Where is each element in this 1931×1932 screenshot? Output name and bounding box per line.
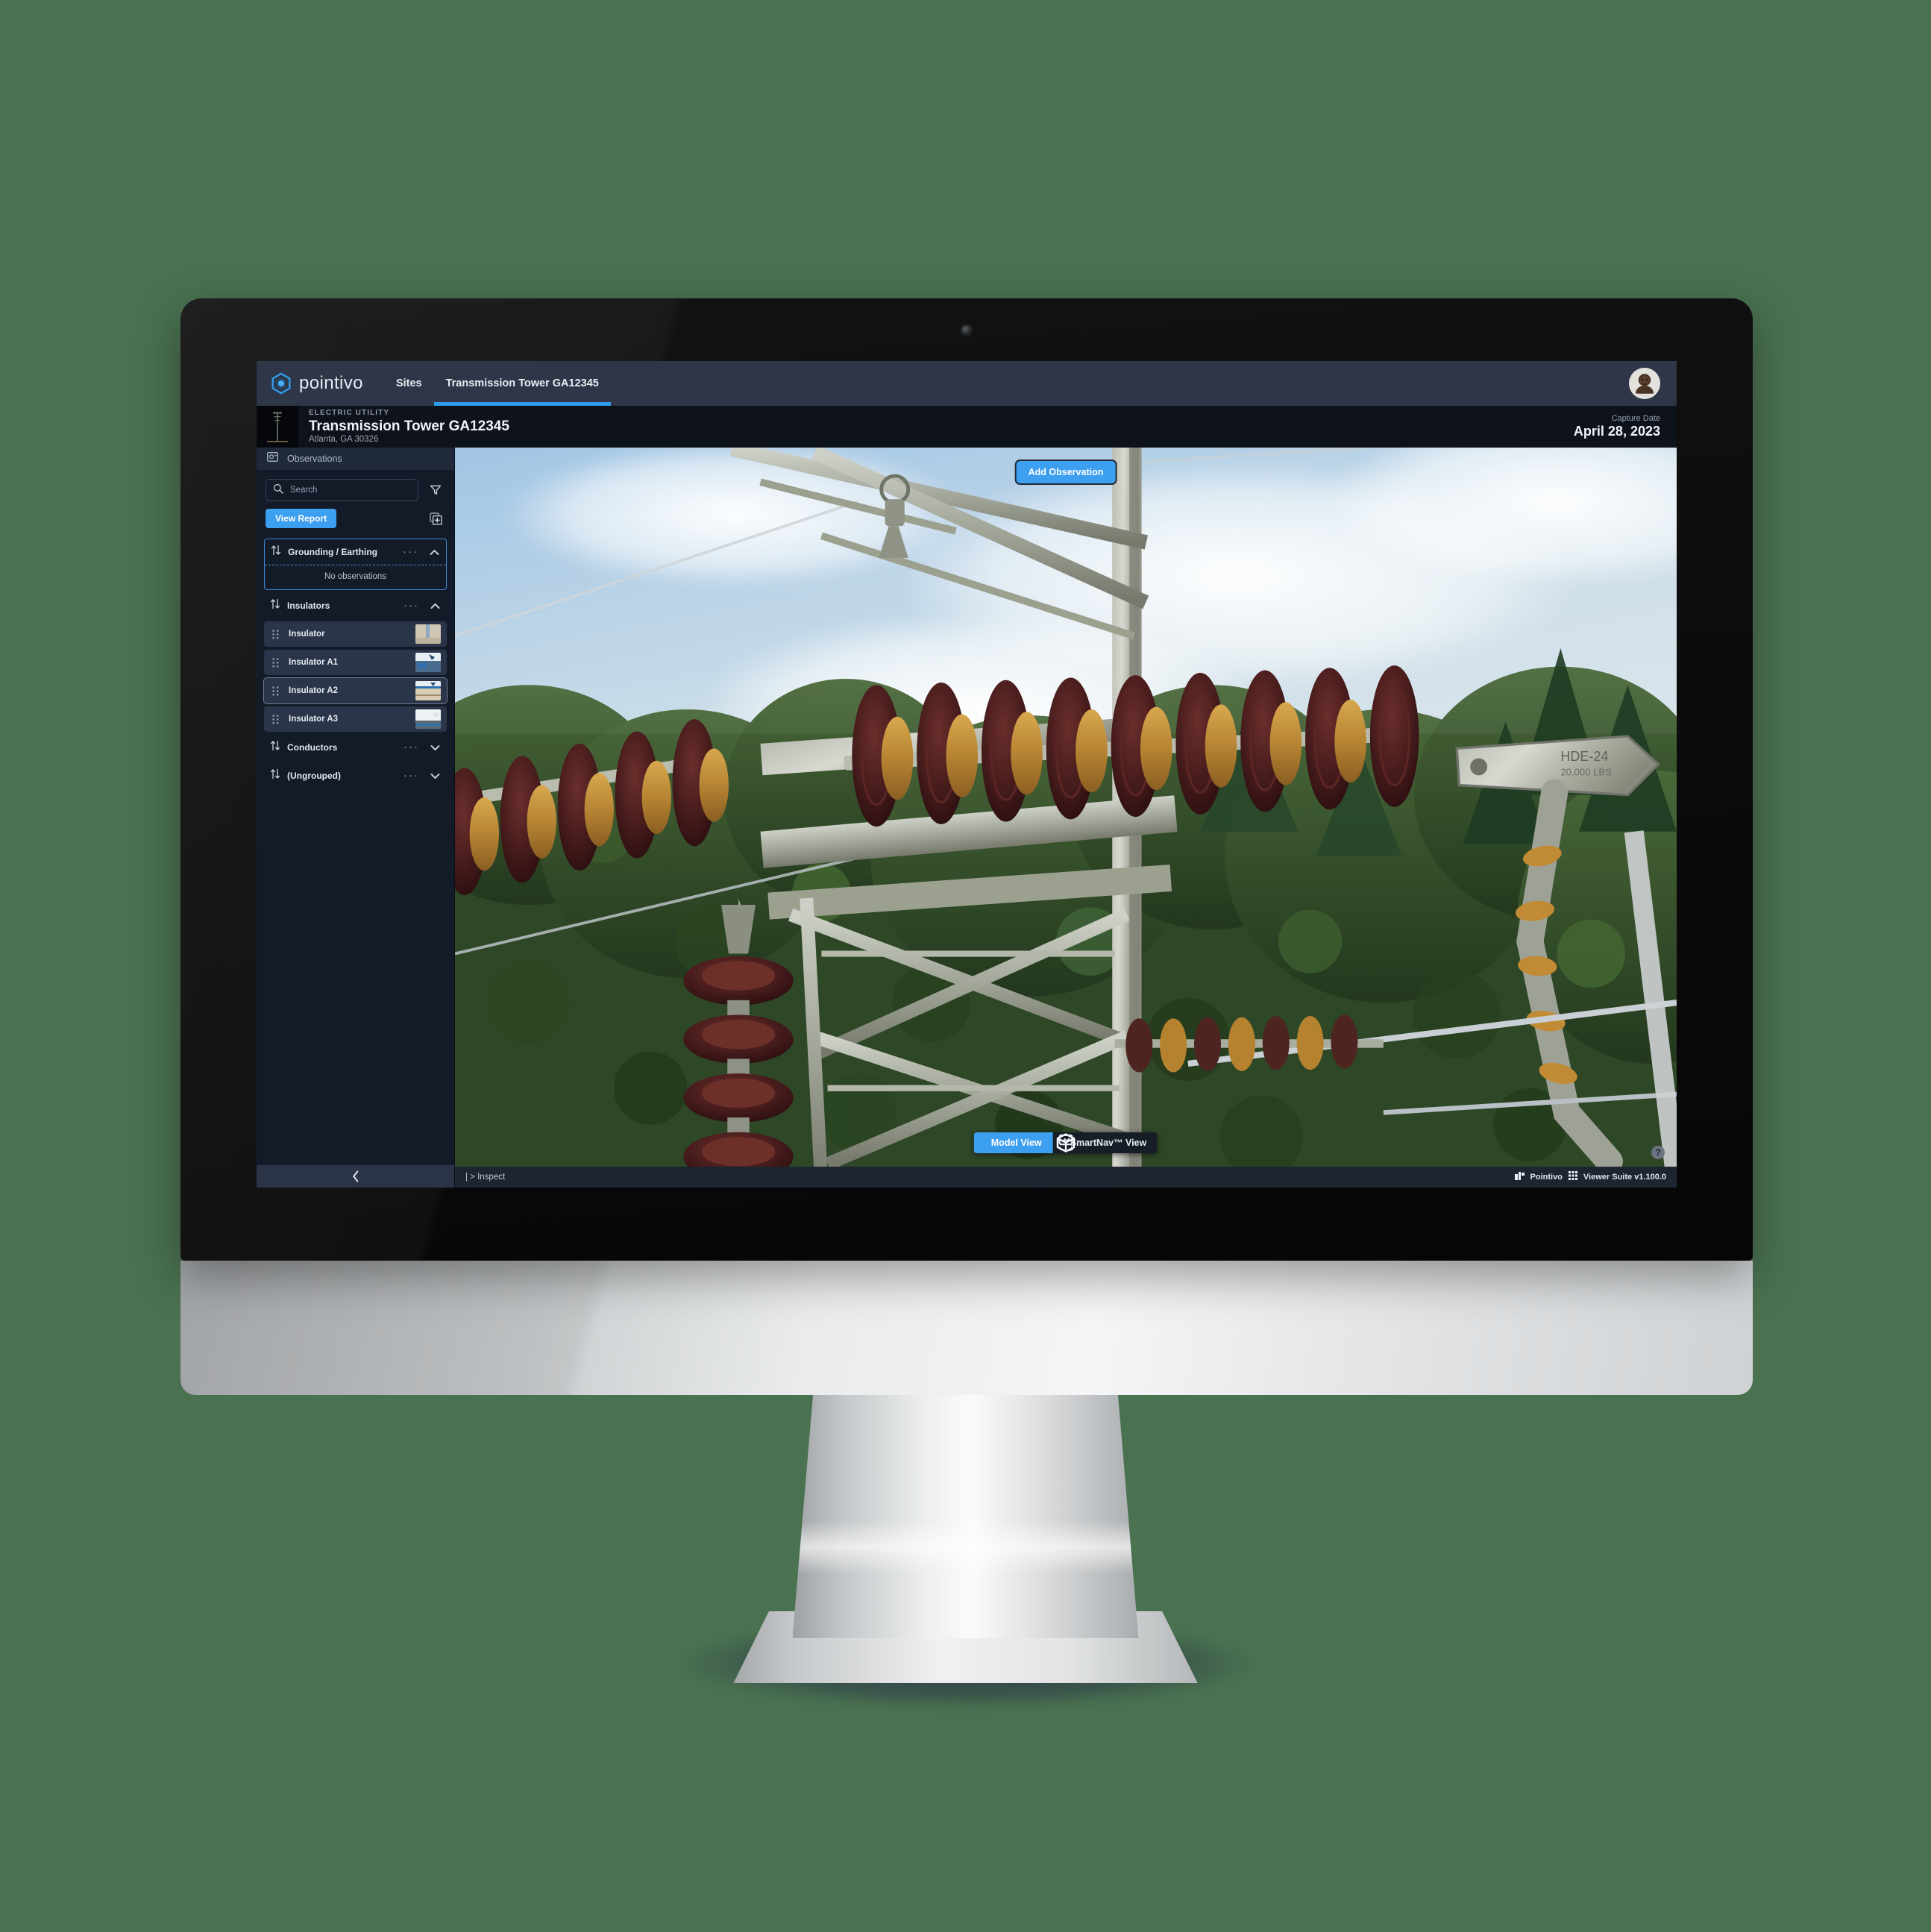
search-input[interactable] xyxy=(290,486,411,495)
status-right: Pointivo Viewer Suite v1.100.0 xyxy=(1514,1170,1666,1184)
observation-group: Conductors ··· xyxy=(264,735,447,760)
status-product: Viewer Suite v1.100.0 xyxy=(1583,1173,1666,1182)
page-title: Transmission Tower GA12345 xyxy=(309,418,509,434)
observation-label: Insulator A2 xyxy=(289,686,339,695)
group-menu-button[interactable]: ··· xyxy=(403,546,421,557)
filter-funnel-icon[interactable] xyxy=(426,480,445,500)
drag-handle-icon[interactable] xyxy=(270,629,280,639)
sidebar-collapse-button[interactable] xyxy=(257,1165,454,1188)
sidebar-actions: View Report xyxy=(266,509,445,528)
sidebar-header: Observations xyxy=(257,448,454,470)
observation-label: Insulator A3 xyxy=(289,715,339,724)
group-label: Insulators xyxy=(287,600,330,611)
site-location: Atlanta, GA 30326 xyxy=(309,434,379,444)
brand-name: pointivo xyxy=(299,373,363,393)
add-observation-button[interactable]: Add Observation xyxy=(1016,461,1116,483)
chevron-left-icon xyxy=(352,1170,358,1182)
observation-thumbnail xyxy=(415,709,441,729)
nav-tab-sites[interactable]: Sites xyxy=(384,361,434,406)
inspection-photo[interactable]: HDE-24 20,000 LBS Add Observation Model … xyxy=(455,448,1677,1167)
list-item[interactable]: Insulator A1 xyxy=(264,650,447,675)
chevron-down-icon[interactable] xyxy=(429,773,441,780)
status-bar: | > Inspect Pointivo Viewer Suite v1.100… xyxy=(455,1167,1677,1188)
observation-group: (Ungrouped) ··· xyxy=(264,763,447,788)
monitor-chin xyxy=(180,1261,1753,1395)
pointivo-logo-icon xyxy=(270,372,292,395)
tower-thumbnail xyxy=(257,406,298,448)
search-box[interactable] xyxy=(266,479,418,501)
observation-group: Insulators ··· Insulator Insulator A1 Insula… xyxy=(263,593,448,732)
status-brand: Pointivo xyxy=(1530,1173,1563,1182)
observations-sidebar: Observations Search View Report Groundin… xyxy=(257,448,455,1188)
monitor-neck xyxy=(792,1392,1139,1638)
group-menu-button[interactable]: ··· xyxy=(404,600,422,611)
empty-state-text: No observations xyxy=(265,565,446,589)
group-label: Grounding / Earthing xyxy=(288,547,377,557)
site-header: ELECTRIC UTILITY Transmission Tower GA12… xyxy=(257,406,1677,448)
group-menu-button[interactable]: ··· xyxy=(404,770,422,781)
group-header[interactable]: Grounding / Earthing ··· xyxy=(265,539,446,565)
observation-thumbnail xyxy=(415,653,441,672)
photo-icon xyxy=(267,452,278,465)
chevron-up-icon[interactable] xyxy=(428,549,440,556)
list-item[interactable]: Insulator xyxy=(264,621,447,647)
observation-groups: Grounding / Earthing ··· No observations In… xyxy=(257,539,454,1165)
capture-date-label: Capture Date xyxy=(1611,413,1660,423)
sort-icon xyxy=(271,545,281,559)
observation-group: Grounding / Earthing ··· No observations xyxy=(264,539,447,590)
image-viewer: HDE-24 20,000 LBS Add Observation Model … xyxy=(455,448,1677,1188)
avatar[interactable] xyxy=(1629,368,1660,399)
drag-handle-icon[interactable] xyxy=(270,714,280,724)
pointivo-small-icon xyxy=(1514,1170,1525,1184)
observation-label: Insulator xyxy=(289,630,325,639)
search-icon xyxy=(273,483,283,498)
workspace: Observations Search View Report Groundin… xyxy=(257,448,1677,1188)
webcam-icon xyxy=(961,325,972,336)
nav-tab-site[interactable]: Transmission Tower GA12345 xyxy=(433,361,612,406)
capture-date-block: Capture Date April 28, 2023 xyxy=(1574,414,1660,440)
chevron-down-icon[interactable] xyxy=(429,744,441,751)
add-layer-icon[interactable] xyxy=(426,509,445,528)
observation-thumbnail xyxy=(415,624,441,644)
view-report-button[interactable]: View Report xyxy=(266,509,337,528)
observation-label: Insulator A1 xyxy=(289,658,339,667)
sort-icon xyxy=(270,768,280,783)
sidebar-controls: View Report xyxy=(257,470,454,528)
brand[interactable]: pointivo xyxy=(270,372,363,395)
view-mode-toggle: Model View SmartNav™ View xyxy=(973,1132,1158,1153)
sort-icon xyxy=(270,740,280,755)
group-label: (Ungrouped) xyxy=(287,771,341,781)
sidebar-title: Observations xyxy=(287,454,342,464)
observation-thumbnail xyxy=(415,681,441,700)
tower-photograph: HDE-24 20,000 LBS xyxy=(455,448,1677,1167)
list-item[interactable]: Insulator A2 xyxy=(263,677,448,704)
group-menu-button[interactable]: ··· xyxy=(404,741,422,753)
site-kicker: ELECTRIC UTILITY xyxy=(309,409,390,418)
help-button[interactable]: ? xyxy=(1651,1146,1665,1159)
drag-handle-icon[interactable] xyxy=(270,686,280,696)
group-label: Conductors xyxy=(287,742,338,753)
group-header[interactable]: Conductors ··· xyxy=(264,735,447,760)
group-header[interactable]: (Ungrouped) ··· xyxy=(264,763,447,788)
app-screen: pointivo Sites Transmission Tower GA1234… xyxy=(257,361,1677,1188)
search-row xyxy=(266,479,445,501)
top-navigation-bar: pointivo Sites Transmission Tower GA1234… xyxy=(257,361,1677,406)
breadcrumb: | > Inspect xyxy=(465,1173,506,1182)
list-item[interactable]: Insulator A3 xyxy=(264,706,447,732)
smartnav-view-button[interactable]: SmartNav™ View xyxy=(1052,1132,1158,1153)
grid-icon xyxy=(1568,1170,1577,1184)
capture-date-value: April 28, 2023 xyxy=(1573,423,1660,439)
group-header[interactable]: Insulators ··· xyxy=(264,593,447,618)
imac-monitor: pointivo Sites Transmission Tower GA1234… xyxy=(0,0,1931,1932)
drag-handle-icon[interactable] xyxy=(270,657,280,668)
sort-icon xyxy=(270,598,280,613)
chevron-up-icon[interactable] xyxy=(429,603,441,609)
